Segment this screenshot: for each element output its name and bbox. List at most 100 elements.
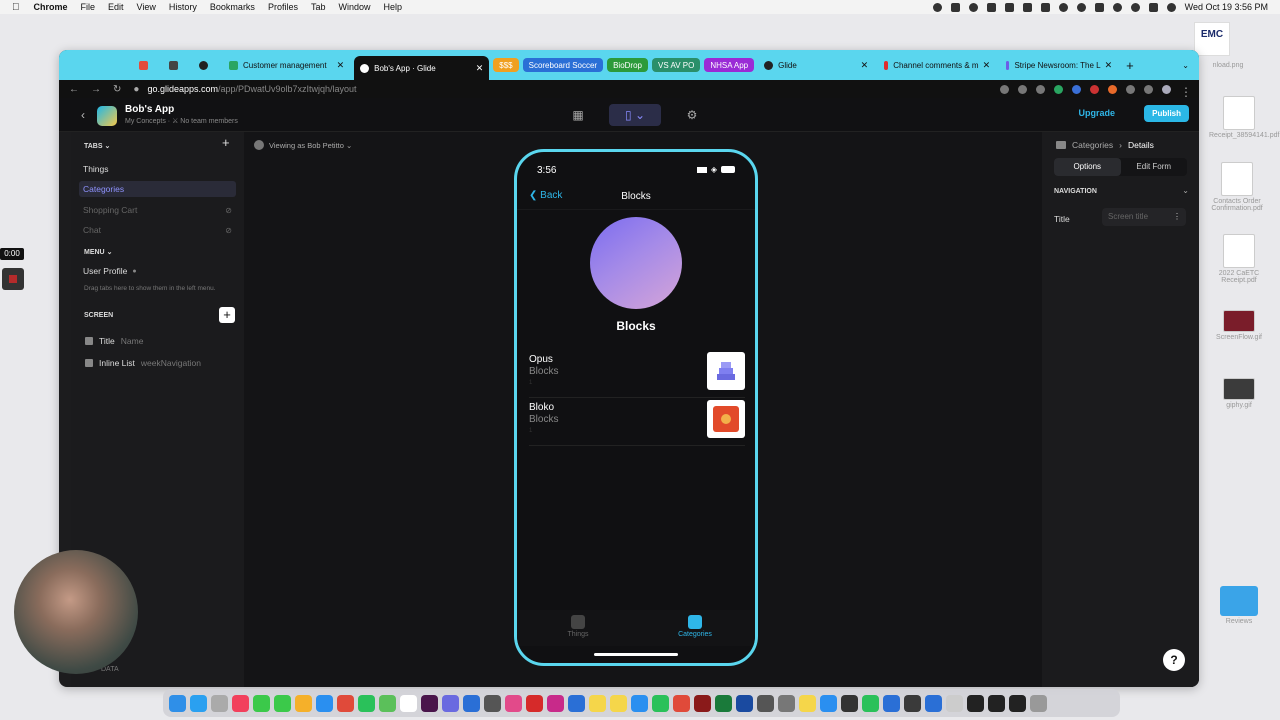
list-item[interactable]: Bloko Blocks 1: [529, 398, 745, 446]
tab-customer-management[interactable]: Customer management ✕: [223, 55, 350, 75]
desktop-file[interactable]: ScreenFlow.gif: [1209, 310, 1269, 341]
app-icon[interactable]: [694, 694, 711, 712]
chevron-down-icon[interactable]: ⌄: [1182, 186, 1189, 195]
menu-help[interactable]: Help: [383, 2, 402, 12]
tab-channel-comments[interactable]: Channel comments & m ✕: [878, 55, 996, 75]
apple-icon[interactable]: : [12, 2, 20, 13]
tab-edit-form[interactable]: Edit Form: [1121, 158, 1188, 176]
close-tab-icon[interactable]: ✕: [861, 60, 869, 71]
menu-clock[interactable]: Wed Oct 19 3:56 PM: [1185, 2, 1268, 12]
folder-icon[interactable]: [946, 694, 963, 712]
volume-icon[interactable]: [1058, 2, 1068, 12]
app-icon[interactable]: [778, 694, 795, 712]
app-icon[interactable]: [799, 694, 816, 712]
bookmark-pill[interactable]: Scoreboard Soccer: [522, 58, 604, 72]
app-icon[interactable]: [547, 694, 564, 712]
url-field[interactable]: go.glideapps.com/app/PDwatUv9olb7xzItwjq…: [147, 84, 356, 94]
app-icon[interactable]: [463, 694, 480, 712]
list-item[interactable]: Opus Blocks 1: [529, 350, 745, 398]
app-icon[interactable]: [862, 694, 879, 712]
bookmark-pill[interactable]: BioDrop: [607, 58, 648, 72]
desktop-file[interactable]: nload.png: [1198, 62, 1258, 69]
sidebar-tab-chat[interactable]: Chat ⊘: [83, 222, 236, 238]
app-icon[interactable]: [841, 694, 858, 712]
app-icon[interactable]: [442, 694, 459, 712]
sidebar-tab-things[interactable]: Things: [83, 161, 236, 177]
settings-gear-icon[interactable]: ⚙: [681, 104, 703, 126]
help-button[interactable]: ?: [1163, 649, 1185, 671]
tab-extra[interactable]: [163, 55, 189, 75]
status-icon[interactable]: [950, 2, 960, 12]
close-tab-icon[interactable]: ✕: [476, 63, 484, 74]
tab-glide-mini[interactable]: [193, 55, 219, 75]
tab-search-icon[interactable]: ⌄: [1182, 61, 1189, 70]
extension-icon[interactable]: [1108, 84, 1117, 94]
app-icon[interactable]: [988, 694, 1005, 712]
spotlight-icon[interactable]: [1130, 2, 1140, 12]
lock-icon[interactable]: ●: [133, 84, 139, 95]
photos-icon[interactable]: [295, 694, 312, 712]
bookmark-pill[interactable]: NHSA App: [704, 58, 755, 72]
profile-avatar[interactable]: [1162, 84, 1171, 94]
menu-bookmarks[interactable]: Bookmarks: [210, 2, 255, 12]
desktop-file[interactable]: Receipt_38594141.pdf: [1209, 96, 1279, 139]
calendar-icon[interactable]: [400, 694, 417, 712]
siri-icon[interactable]: [1166, 2, 1176, 12]
puzzle-icon[interactable]: [1126, 84, 1135, 94]
menu-edit[interactable]: Edit: [108, 2, 124, 12]
messages-icon[interactable]: [253, 694, 270, 712]
sidebar-tab-shopping-cart[interactable]: Shopping Cart ⊘: [83, 202, 236, 218]
app-icon[interactable]: [610, 694, 627, 712]
slack-icon[interactable]: [421, 694, 438, 712]
status-icon[interactable]: [1040, 2, 1050, 12]
app-icon[interactable]: [967, 694, 984, 712]
desktop-file[interactable]: giphy.gif: [1209, 378, 1269, 409]
menu-history[interactable]: History: [169, 2, 197, 12]
app-icon[interactable]: [736, 694, 753, 712]
share-icon[interactable]: [1000, 84, 1009, 94]
status-icon[interactable]: [968, 2, 978, 12]
app-icon[interactable]: [652, 694, 669, 712]
close-tab-icon[interactable]: ✕: [1105, 60, 1113, 71]
add-component-button[interactable]: +: [219, 307, 235, 323]
tabs-section-title[interactable]: TABS ⌄: [84, 142, 110, 150]
extension-icon[interactable]: [1054, 84, 1063, 94]
sidebar-menu-user-profile[interactable]: User Profile ●: [83, 263, 236, 279]
music-icon[interactable]: [232, 694, 249, 712]
publish-button[interactable]: Publish: [1144, 105, 1189, 122]
desktop-file[interactable]: 2022 CaETC Receipt.pdf: [1209, 234, 1269, 284]
bluetooth-icon[interactable]: [1076, 2, 1086, 12]
component-inline-list[interactable]: Inline List weekNavigation: [85, 356, 201, 370]
status-icon[interactable]: [986, 2, 996, 12]
add-tab-plus-icon[interactable]: +: [222, 135, 230, 150]
eye-off-icon[interactable]: ⊘: [225, 206, 232, 215]
menu-window[interactable]: Window: [338, 2, 370, 12]
viewing-as-selector[interactable]: Viewing as Bob Petitto ⌄: [254, 140, 352, 150]
data-table-icon[interactable]: ▦: [567, 104, 589, 126]
sidebar-tab-categories[interactable]: Categories: [79, 181, 236, 197]
app-icon[interactable]: [526, 694, 543, 712]
app-icon[interactable]: [820, 694, 837, 712]
reload-icon[interactable]: ↻: [113, 84, 121, 95]
tab-glide[interactable]: Glide ✕: [758, 55, 874, 75]
app-icon[interactable]: [904, 694, 921, 712]
maps-icon[interactable]: [379, 694, 396, 712]
extension-icon[interactable]: [1072, 84, 1081, 94]
facetime-icon[interactable]: [274, 694, 291, 712]
desktop-emc-logo[interactable]: EMC: [1194, 22, 1230, 56]
menu-view[interactable]: View: [137, 2, 156, 12]
eye-off-icon[interactable]: ⊘: [225, 226, 232, 235]
menu-dots-icon[interactable]: ⋮: [1180, 85, 1192, 99]
menu-tab[interactable]: Tab: [311, 2, 326, 12]
extension-icon[interactable]: [1090, 84, 1099, 94]
safari-icon[interactable]: [316, 694, 333, 712]
trash-icon[interactable]: [1030, 694, 1047, 712]
wifi-icon[interactable]: [1112, 2, 1122, 12]
close-tab-icon[interactable]: ✕: [337, 60, 345, 71]
bookmark-pill[interactable]: $$$: [493, 58, 519, 72]
back-icon[interactable]: ←: [69, 84, 79, 95]
status-icon[interactable]: [1022, 2, 1032, 12]
status-icon[interactable]: [932, 2, 942, 12]
upgrade-link[interactable]: Upgrade: [1078, 108, 1115, 118]
phone-tab-categories[interactable]: Categories: [665, 615, 725, 638]
